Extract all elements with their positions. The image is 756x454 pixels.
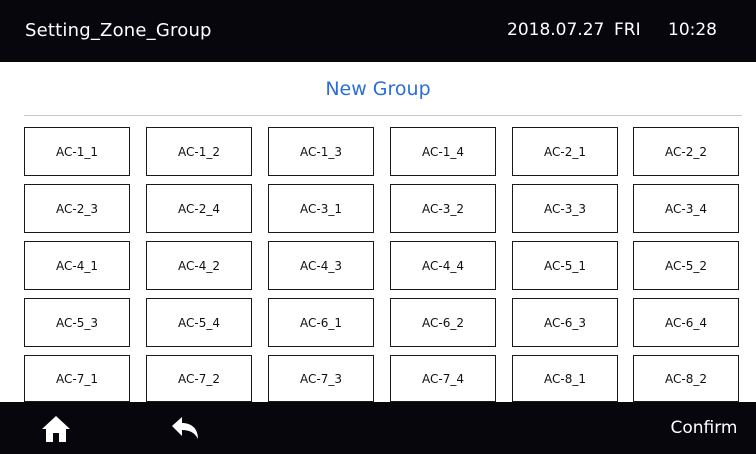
zone-button[interactable]: AC-8_2 [633, 355, 739, 402]
zone-button[interactable]: AC-3_1 [268, 184, 374, 233]
home-button[interactable] [40, 414, 72, 444]
confirm-button[interactable]: Confirm [660, 412, 748, 444]
back-arrow-icon [172, 417, 198, 439]
zone-button[interactable]: AC-3_2 [390, 184, 496, 233]
back-button[interactable] [168, 415, 202, 443]
zone-button[interactable]: AC-4_4 [390, 241, 496, 290]
zone-button[interactable]: AC-6_3 [512, 298, 618, 347]
zone-button[interactable]: AC-2_1 [512, 127, 618, 176]
zone-button[interactable]: AC-2_4 [146, 184, 252, 233]
zone-button[interactable]: AC-7_2 [146, 355, 252, 402]
zone-button[interactable]: AC-4_1 [24, 241, 130, 290]
zone-button[interactable]: AC-6_2 [390, 298, 496, 347]
zone-button[interactable]: AC-7_1 [24, 355, 130, 402]
zone-button[interactable]: AC-4_2 [146, 241, 252, 290]
zone-button[interactable]: AC-1_4 [390, 127, 496, 176]
zone-button[interactable]: AC-6_1 [268, 298, 374, 347]
zone-button[interactable]: AC-2_2 [633, 127, 739, 176]
zone-button[interactable]: AC-3_3 [512, 184, 618, 233]
zone-button[interactable]: AC-1_1 [24, 127, 130, 176]
zone-button[interactable]: AC-1_3 [268, 127, 374, 176]
bottom-bar: Confirm [0, 402, 756, 454]
zone-button[interactable]: AC-5_2 [633, 241, 739, 290]
zone-button[interactable]: AC-5_3 [24, 298, 130, 347]
zone-button[interactable]: AC-5_1 [512, 241, 618, 290]
zone-button[interactable]: AC-4_3 [268, 241, 374, 290]
zone-button[interactable]: AC-3_4 [633, 184, 739, 233]
zone-grid: AC-1_1 AC-1_2 AC-1_3 AC-1_4 AC-2_1 AC-2_2 AC-2… [0, 0, 756, 454]
zone-button[interactable]: AC-6_4 [633, 298, 739, 347]
zone-button[interactable]: AC-7_3 [268, 355, 374, 402]
zone-button[interactable]: AC-8_1 [512, 355, 618, 402]
home-icon [42, 416, 70, 442]
zone-button[interactable]: AC-1_2 [146, 127, 252, 176]
zone-button[interactable]: AC-5_4 [146, 298, 252, 347]
zone-button[interactable]: AC-2_3 [24, 184, 130, 233]
zone-button[interactable]: AC-7_4 [390, 355, 496, 402]
